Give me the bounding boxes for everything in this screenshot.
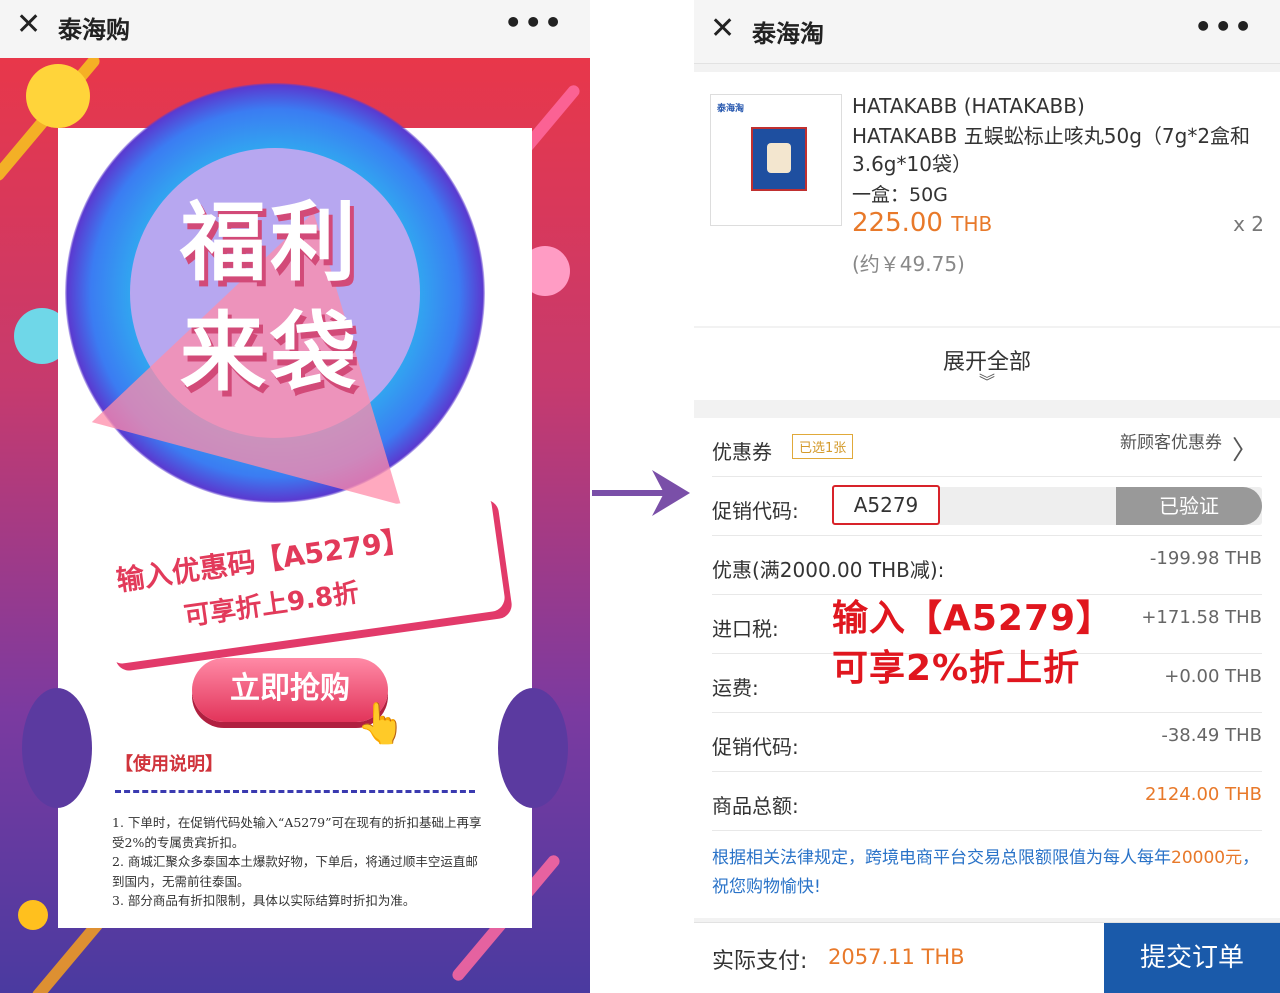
double-chevron-down-icon: ︾ — [978, 372, 995, 391]
checkout-footer: 实际支付: 2057.11 THB 提交订单 — [694, 922, 1280, 993]
product-brand: HATAKABB (HATAKABB) — [852, 94, 1085, 118]
row-label: 促销代码: — [712, 735, 799, 759]
left-phone-screen: ✕ 泰海购 ••• 福利来袋 输入优惠码【A5279】 可享折上9.8折 立即抢… — [0, 0, 590, 993]
usage-title: 【使用说明】 — [115, 754, 223, 775]
promo-poster: 福利来袋 输入优惠码【A5279】 可享折上9.8折 立即抢购 👆 【使用说明】… — [0, 58, 590, 993]
right-app-title: 泰海淘 — [752, 20, 824, 48]
promo-code-label: 促销代码: — [712, 499, 799, 523]
ticket-notch-right — [498, 688, 568, 808]
decor-ball — [18, 900, 48, 930]
promo-discount-row: 促销代码: -38.49 THB — [712, 713, 1262, 772]
coupon-selected-badge: 已选1张 — [792, 434, 854, 459]
pointer-hand-icon: 👆 — [356, 701, 406, 747]
promo-code-field[interactable]: A5279 已验证 — [832, 485, 1262, 525]
right-arrow-icon — [592, 470, 690, 516]
coupon-label: 优惠券 — [712, 440, 772, 464]
expand-all-button[interactable]: 展开全部 ︾ — [694, 328, 1280, 400]
left-top-bar: ✕ 泰海购 ••• — [0, 0, 590, 58]
goods-total-row: 商品总额: 2124.00 THB — [712, 772, 1262, 831]
row-value: 2124.00 THB — [1144, 784, 1262, 805]
row-value: +0.00 THB — [1164, 666, 1262, 687]
usage-item: 1. 下单时，在促销代码处输入“A5279”可在现有的折扣基础上再享受2%的专属… — [112, 815, 482, 850]
actual-payment-label: 实际支付: — [712, 949, 808, 974]
close-icon[interactable]: ✕ — [16, 10, 41, 40]
new-customer-coupon: 新顾客优惠券 — [1120, 433, 1222, 453]
product-spec: 一盒：50G — [852, 184, 948, 206]
verified-button[interactable]: 已验证 — [1116, 487, 1262, 525]
usage-item: 2. 商城汇聚众多泰国本土爆款好物，下单后，将通过顺丰空运直邮到国内，无需前往泰… — [112, 854, 478, 889]
decor-ball — [26, 64, 90, 128]
row-label: 优惠(满2000.00 THB减): — [712, 558, 945, 582]
right-phone-screen: ✕ 泰海淘 ••• 泰海淘 HATAKABB (HATAKABB) HATAKA… — [694, 0, 1280, 993]
row-label: 运费: — [712, 676, 759, 700]
coupon-row[interactable]: 优惠券 已选1张 新顾客优惠券 〉 — [712, 418, 1262, 477]
close-icon[interactable]: ✕ — [710, 14, 735, 44]
product-item[interactable]: 泰海淘 HATAKABB (HATAKABB) HATAKABB 五蜈蚣标止咳丸… — [694, 72, 1280, 326]
notice-amount: 20000元 — [1171, 848, 1243, 868]
row-label: 商品总额: — [712, 794, 799, 818]
product-approx-cny: (约￥49.75) — [852, 252, 965, 276]
ticket-notch-left — [22, 688, 92, 808]
product-name: HATAKABB 五蜈蚣标止咳丸50g（7g*2盒和3.6g*10袋） — [852, 124, 1251, 176]
overlay-line-1: 输入【A5279】 — [832, 598, 1114, 639]
legal-notice: 根据相关法律规定，跨境电商平台交易总限额限值为每人每年20000元，祝您购物愉快… — [712, 844, 1260, 902]
price-value: 225.00 — [852, 208, 943, 238]
actual-payment-value: 2057.11 THB — [828, 945, 965, 969]
usage-item: 3. 部分商品有折扣限制，具体以实际结算时折扣为准。 — [112, 893, 416, 908]
row-label: 进口税: — [712, 617, 779, 641]
more-options-icon[interactable]: ••• — [504, 6, 564, 39]
row-value: +171.58 THB — [1141, 607, 1262, 628]
dashed-divider — [115, 790, 475, 793]
store-logo: 泰海淘 — [717, 104, 745, 114]
right-top-bar: ✕ 泰海淘 ••• — [694, 0, 1280, 64]
product-price: 225.00 THB — [852, 208, 992, 238]
poster-headline: 福利来袋 — [180, 193, 360, 403]
more-options-icon[interactable]: ••• — [1194, 10, 1254, 43]
product-box-image — [751, 127, 807, 191]
product-thumbnail[interactable]: 泰海淘 — [710, 94, 842, 226]
notice-text: 根据相关法律规定，跨境电商平台交易总限额限值为每人每年 — [712, 848, 1171, 868]
expand-all-label: 展开全部 — [942, 350, 1031, 375]
promo-code-input[interactable]: A5279 — [832, 485, 940, 525]
price-currency: THB — [951, 212, 993, 236]
discount-row: 优惠(满2000.00 THB减): -199.98 THB — [712, 536, 1262, 595]
left-app-title: 泰海购 — [58, 16, 130, 44]
promo-overlay-text: 输入【A5279】 可享2%折上折 — [832, 594, 1113, 694]
product-quantity: x 2 — [1233, 212, 1264, 236]
row-value: -38.49 THB — [1161, 725, 1262, 746]
order-summary: 优惠券 已选1张 新顾客优惠券 〉 促销代码: A5279 已验证 优惠(满20… — [694, 418, 1280, 918]
chevron-right-icon: 〉 — [1231, 436, 1258, 466]
submit-order-button[interactable]: 提交订单 — [1104, 923, 1280, 993]
row-value: -199.98 THB — [1149, 548, 1262, 569]
overlay-line-2: 可享2%折上折 — [832, 648, 1081, 689]
promo-code-row: 促销代码: A5279 已验证 — [712, 477, 1262, 536]
usage-list: 1. 下单时，在促销代码处输入“A5279”可在现有的折扣基础上再享受2%的专属… — [112, 813, 482, 911]
